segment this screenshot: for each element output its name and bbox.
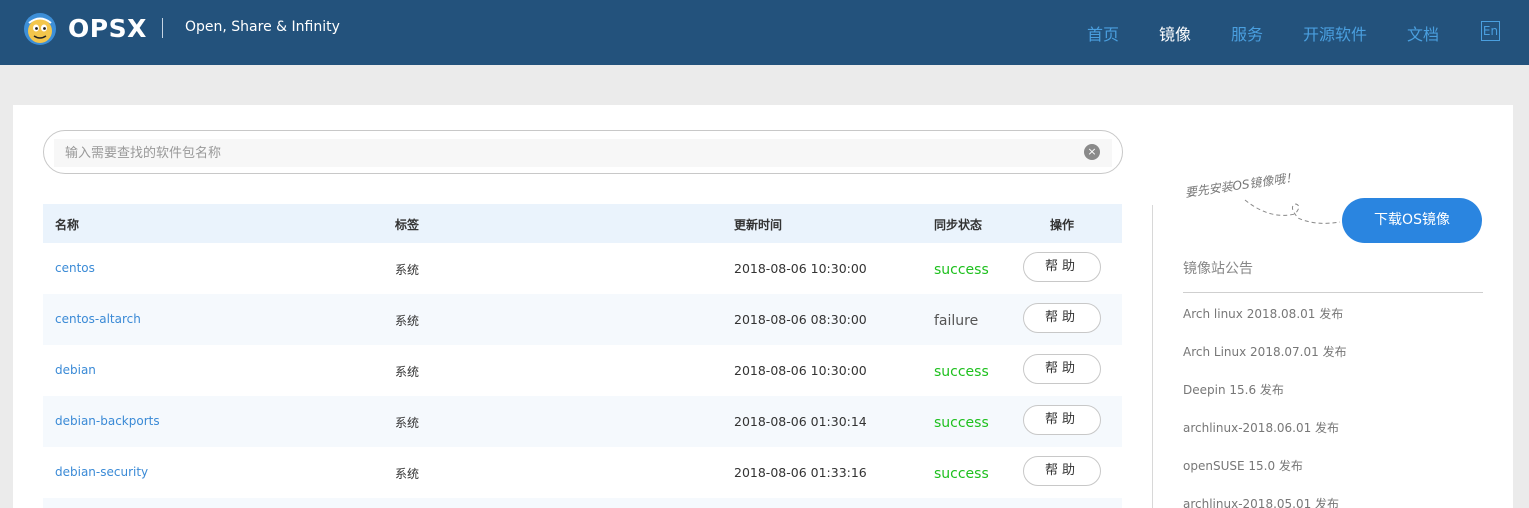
table-row: debian 系统 2018-08-06 10:30:00 success 帮助 [43, 345, 1122, 396]
mirror-name-link[interactable]: debian-security [55, 465, 148, 479]
search-input[interactable] [65, 141, 1065, 165]
clear-search-icon[interactable]: × [1084, 144, 1100, 160]
sync-status: success [934, 364, 989, 380]
sync-status: success [934, 262, 989, 278]
mirror-name-link[interactable]: centos [55, 261, 95, 275]
mirror-updated-time: 2018-08-06 01:30:14 [734, 414, 867, 429]
announcements-divider [1183, 292, 1483, 293]
help-button[interactable]: 帮助 [1023, 252, 1101, 282]
table-row: centos-altarch 系统 2018-08-06 08:30:00 fa… [43, 294, 1122, 345]
nav-docs[interactable]: 文档 [1407, 21, 1439, 45]
column-header-updated: 更新时间 [734, 218, 783, 232]
mirror-name-link[interactable]: debian [55, 363, 96, 377]
package-search-box: × [43, 130, 1123, 174]
mirror-updated-time: 2018-08-06 08:30:00 [734, 312, 867, 327]
logo[interactable] [23, 12, 57, 46]
table-row: centos 系统 2018-08-06 10:30:00 success 帮助 [43, 243, 1122, 294]
download-os-image-button[interactable]: 下载OS镜像 [1342, 198, 1482, 243]
announcement-item[interactable]: Arch Linux 2018.07.01 发布 [1183, 343, 1347, 360]
help-button[interactable]: 帮助 [1023, 405, 1101, 435]
sync-status: success [934, 466, 989, 482]
help-button[interactable]: 帮助 [1023, 456, 1101, 486]
language-switch-button[interactable]: En [1481, 21, 1500, 41]
mirror-tag: 系统 [395, 416, 420, 430]
mirror-tag: 系统 [395, 263, 420, 277]
sidebar-divider [1152, 205, 1153, 508]
nav-home[interactable]: 首页 [1087, 21, 1119, 45]
brand-divider [162, 18, 163, 38]
hint-arrow-icon [1244, 199, 1341, 224]
column-header-sync-status: 同步状态 [934, 218, 983, 232]
nav-services[interactable]: 服务 [1231, 21, 1263, 45]
mirror-updated-time: 2018-08-06 01:33:16 [734, 465, 867, 480]
mirror-name-link[interactable]: debian-backports [55, 414, 160, 428]
announcement-item[interactable]: archlinux-2018.05.01 发布 [1183, 495, 1339, 508]
sync-status: failure [934, 313, 979, 329]
help-button[interactable]: 帮助 [1023, 354, 1101, 384]
table-header: 名称 标签 更新时间 同步状态 操作 [43, 204, 1122, 243]
announcement-item[interactable]: Deepin 15.6 发布 [1183, 381, 1284, 398]
announcements-title: 镜像站公告 [1183, 261, 1253, 277]
mirror-name-link[interactable]: centos-altarch [55, 312, 141, 326]
column-header-tag: 标签 [395, 218, 420, 232]
mirror-tag: 系统 [395, 467, 420, 481]
mascot-logo-icon [24, 13, 56, 45]
brand-tagline: Open, Share & Infinity [185, 19, 340, 35]
table-row [43, 498, 1122, 508]
mirror-updated-time: 2018-08-06 10:30:00 [734, 261, 867, 276]
announcement-item[interactable]: Arch linux 2018.08.01 发布 [1183, 305, 1343, 322]
nav-open-source[interactable]: 开源软件 [1303, 21, 1367, 45]
column-header-action: 操作 [1050, 218, 1075, 232]
brand-name[interactable]: OPSX [68, 14, 147, 43]
mirror-tag: 系统 [395, 314, 420, 328]
top-header: OPSX Open, Share & Infinity 首页 镜像 服务 开源软… [0, 0, 1529, 65]
mirror-tag: 系统 [395, 365, 420, 379]
column-header-name: 名称 [55, 218, 80, 232]
announcement-item[interactable]: archlinux-2018.06.01 发布 [1183, 419, 1339, 436]
mirror-updated-time: 2018-08-06 10:30:00 [734, 363, 867, 378]
table-row: debian-backports 系统 2018-08-06 01:30:14 … [43, 396, 1122, 447]
help-button[interactable]: 帮助 [1023, 303, 1101, 333]
table-row: debian-security 系统 2018-08-06 01:33:16 s… [43, 447, 1122, 498]
sync-status: success [934, 415, 989, 431]
announcement-item[interactable]: openSUSE 15.0 发布 [1183, 457, 1303, 474]
nav-mirrors[interactable]: 镜像 [1159, 21, 1191, 45]
